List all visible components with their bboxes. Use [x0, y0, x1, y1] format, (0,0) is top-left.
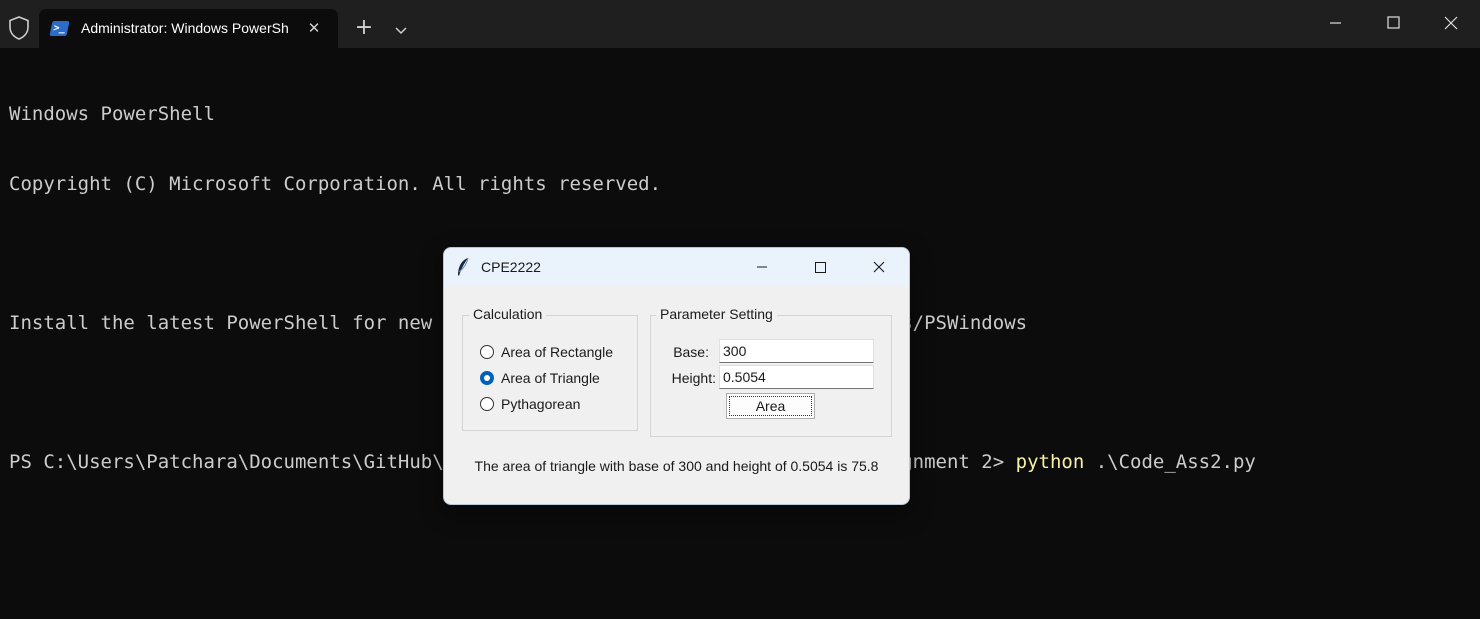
base-label: Base:	[673, 344, 709, 360]
calculation-group: Calculation Area of Rectangle Area of Tr…	[462, 306, 638, 431]
terminal-line: Copyright (C) Microsoft Corporation. All…	[9, 173, 662, 195]
calculation-label: Calculation	[469, 306, 547, 322]
maximize-icon[interactable]	[1364, 0, 1422, 48]
terminal-line: Windows PowerShell	[9, 103, 215, 126]
area-button[interactable]: Area	[726, 393, 815, 419]
tab-close-icon[interactable]: ✕	[303, 17, 325, 39]
radio-pythagorean[interactable]: Pythagorean	[480, 394, 580, 414]
close-icon[interactable]	[867, 256, 891, 278]
powershell-icon: >_	[49, 21, 70, 36]
base-input[interactable]	[719, 339, 874, 363]
radio-button[interactable]	[480, 345, 494, 359]
command-name: python	[1015, 451, 1085, 474]
dialog-titlebar: CPE2222	[444, 248, 909, 286]
new-tab-button[interactable]: +	[352, 17, 376, 41]
radio-area-of-rectangle[interactable]: Area of Rectangle	[480, 342, 613, 362]
feather-icon	[458, 257, 469, 276]
area-button-label: Area	[729, 396, 812, 416]
height-input[interactable]	[719, 365, 874, 389]
terminal-tab[interactable]: >_ Administrator: Windows PowerShell ✕	[39, 9, 338, 49]
radio-button-checked[interactable]	[480, 371, 494, 385]
radio-label: Area of Triangle	[501, 370, 600, 386]
tab-title: Administrator: Windows PowerShell	[81, 20, 289, 36]
parameter-setting-label: Parameter Setting	[656, 306, 777, 322]
radio-label: Area of Rectangle	[501, 344, 614, 360]
chevron-down-icon[interactable]	[390, 20, 412, 40]
maximize-icon[interactable]	[808, 256, 832, 278]
terminal-titlebar: >_ Administrator: Windows PowerShell ✕ +	[0, 0, 1480, 49]
minimize-icon[interactable]	[1306, 0, 1364, 48]
height-label: Height:	[671, 370, 716, 386]
dialog-title: CPE2222	[481, 259, 541, 275]
result-label: The area of triangle with base of 300 an…	[474, 458, 879, 474]
radio-button[interactable]	[480, 397, 494, 411]
shield-icon	[9, 16, 29, 40]
radio-area-of-triangle[interactable]: Area of Triangle	[480, 368, 600, 388]
parameter-setting-group: Parameter Setting Base: Height: Area	[650, 306, 892, 437]
command-args: .\Code_Ass2.py	[1084, 451, 1256, 474]
close-icon[interactable]	[1422, 0, 1480, 48]
minimize-icon[interactable]	[750, 256, 774, 278]
cpe2222-dialog: CPE2222 Calculation Area of Rectangle Ar…	[443, 247, 910, 505]
radio-label: Pythagorean	[501, 396, 581, 412]
